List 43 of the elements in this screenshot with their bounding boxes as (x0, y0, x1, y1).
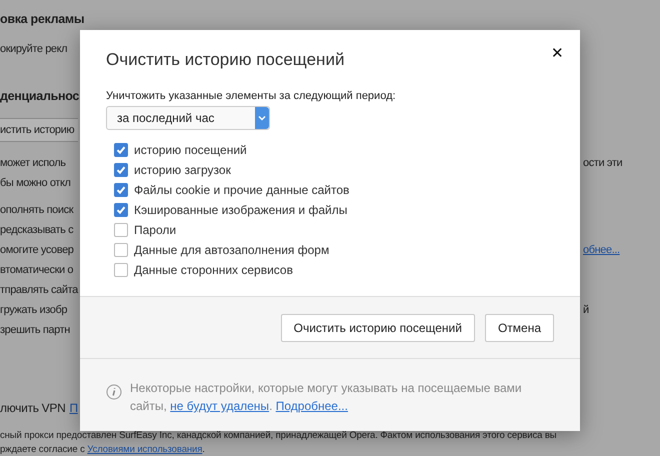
more-link[interactable]: Подробнее... (276, 399, 348, 413)
setting-text: ости эти (583, 157, 622, 169)
checkbox[interactable] (114, 263, 128, 277)
dialog-title: Очистить историю посещений (106, 50, 346, 70)
option-label: историю посещений (134, 143, 247, 157)
setting-text: окируйте рекл (0, 43, 68, 55)
checkbox[interactable] (114, 203, 128, 217)
cancel-button[interactable]: Отмена (484, 314, 554, 342)
close-button[interactable]: ✕ (547, 42, 568, 64)
section-heading: денциальнос (0, 89, 80, 103)
footer-text: рждаете согласие с Условиями использования. (0, 443, 206, 456)
option-label: Файлы cookie и прочие данные сайтов (134, 183, 350, 197)
setting-text: бы можно откл (0, 177, 70, 189)
section-heading: овка рекламы (0, 12, 84, 26)
caret-icon (255, 107, 269, 129)
checkbox[interactable] (114, 163, 128, 177)
not-deleted-link[interactable]: не будут удалены (170, 399, 270, 413)
setting-text: редсказывать с (0, 224, 74, 236)
setting-text: зрешить партн (0, 324, 70, 336)
option-label: историю загрузок (134, 163, 231, 177)
checkbox[interactable] (114, 183, 128, 197)
checkbox[interactable] (114, 223, 128, 237)
vpn-label: лючить VPN (0, 401, 66, 415)
period-dropdown[interactable]: за последний час (106, 106, 270, 130)
setting-text: й (583, 304, 589, 316)
info-icon (106, 384, 122, 400)
setting-text: гружать изобр (0, 304, 68, 316)
setting-text: омогите усовер (0, 244, 74, 256)
setting-text: тправлять сайта (0, 284, 78, 296)
clear-history-button[interactable]: истить историю (0, 118, 78, 142)
footer-text: сный прокси предоставлен SurfEasy Inc, канадской компанией, принадлежащей Opera. Фактом использования этого сервиса вы (0, 429, 556, 443)
option-label: Пароли (134, 223, 176, 237)
option-label: Данные сторонних сервисов (134, 263, 293, 277)
info-text: Некоторые настройки, которые могут указывать на посещаемые вами сайты, не будут удалены. Подробнее... (130, 380, 523, 415)
option-label: Кэшированные изображения и файлы (134, 203, 348, 217)
setting-text: втоматически о (0, 264, 74, 276)
checkbox[interactable] (114, 243, 128, 257)
option-label: Данные для автозаполнения форм (134, 243, 330, 257)
setting-text: ополнять поиск (0, 204, 74, 216)
setting-text: может исполь (0, 157, 66, 169)
period-label: Уничтожить указанные элементы за следующий период: (106, 90, 397, 102)
checkbox[interactable] (114, 143, 128, 157)
clear-history-button[interactable]: Очистить историю посещений (280, 314, 475, 342)
